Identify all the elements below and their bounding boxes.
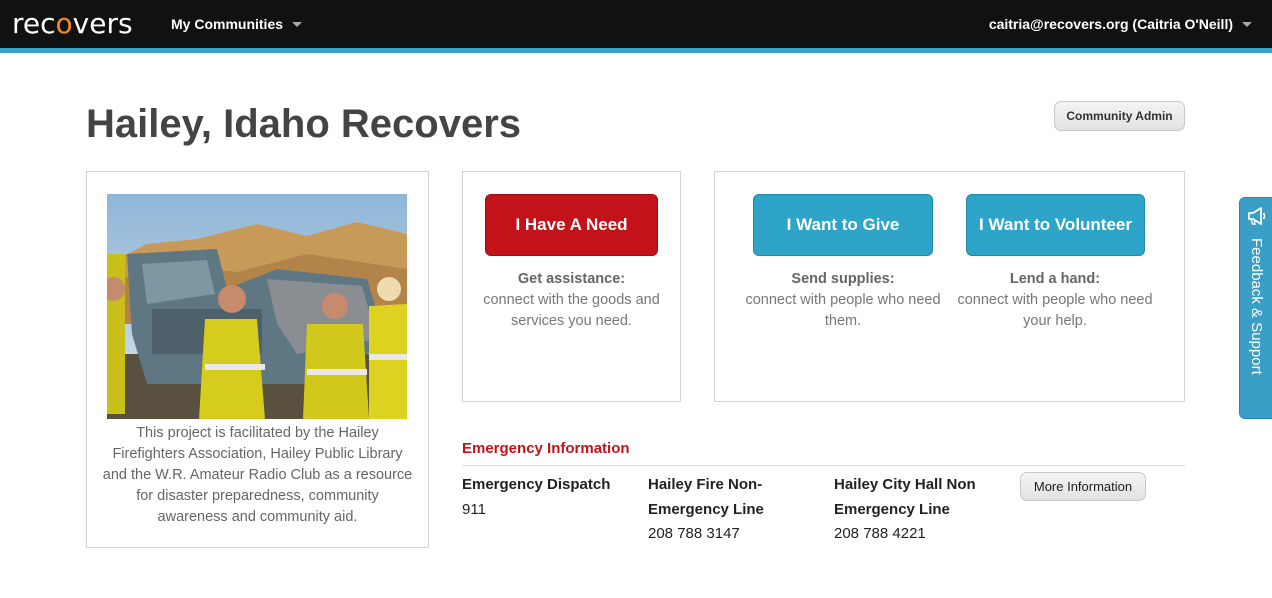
need-text: connect with the goods and services you … [483,292,660,329]
user-account-dropdown[interactable]: caitria@recovers.org (Caitria O'Neill) [989,14,1252,34]
page-title: Hailey, Idaho Recovers [86,102,521,146]
contact-number: 208 788 4221 [834,525,926,542]
contact-label: Hailey City Hall Non Emergency Line [834,476,976,518]
logo-text: recovers [12,7,133,40]
volunteer-heading: Lend a hand: [1009,271,1101,287]
give-description: Send supplies: connect with people who n… [743,269,943,332]
top-navbar: recovers My Communities caitria@recovers… [0,0,1272,48]
navbar-accent-stripe [0,48,1272,53]
megaphone-icon [1248,207,1266,225]
contact-number: 208 788 3147 [648,525,740,542]
my-communities-dropdown[interactable]: My Communities [171,14,303,34]
need-card: I Have A Need Get assistance: connect wi… [462,171,681,402]
give-heading: Send supplies: [791,271,895,287]
emergency-contact: Hailey City Hall Non Emergency Line 208 … [834,473,1004,547]
emergency-contact: Emergency Dispatch 911 [462,473,632,522]
chevron-down-icon [1242,21,1252,27]
volunteer-text: connect with people who need your help. [957,292,1153,329]
i-have-a-need-button[interactable]: I Have A Need [485,194,658,256]
volunteer-description: Lend a hand: connect with people who nee… [955,269,1155,332]
i-want-to-give-button[interactable]: I Want to Give [753,194,933,256]
feedback-support-label: Feedback & Support [1248,238,1265,375]
contact-number: 911 [462,500,486,518]
contact-label: Emergency Dispatch [462,476,611,493]
community-photo-card: This project is facilitated by the Haile… [86,171,429,548]
contact-label: Hailey Fire Non-Emergency Line [648,476,764,518]
community-admin-button[interactable]: Community Admin [1054,101,1185,131]
i-want-to-volunteer-button[interactable]: I Want to Volunteer [966,194,1145,256]
user-account-label: caitria@recovers.org (Caitria O'Neill) [988,16,1233,32]
chevron-down-icon [292,21,303,27]
emergency-divider [462,465,1185,466]
need-heading: Get assistance: [517,271,626,287]
recovers-logo[interactable]: recovers [12,6,133,42]
photo-caption: This project is facilitated by the Haile… [102,425,413,525]
my-communities-label: My Communities [171,16,284,32]
firefighters-photo [107,194,407,419]
give-volunteer-card: I Want to Give I Want to Volunteer Send … [714,171,1185,402]
emergency-contact: Hailey Fire Non-Emergency Line 208 788 3… [648,473,813,547]
need-description: Get assistance: connect with the goods a… [475,269,668,332]
feedback-support-tab[interactable]: Feedback & Support [1239,197,1272,419]
emergency-info-heading: Emergency Information [462,440,630,457]
give-text: connect with people who need them. [745,292,941,329]
more-information-button[interactable]: More Information [1020,472,1146,501]
